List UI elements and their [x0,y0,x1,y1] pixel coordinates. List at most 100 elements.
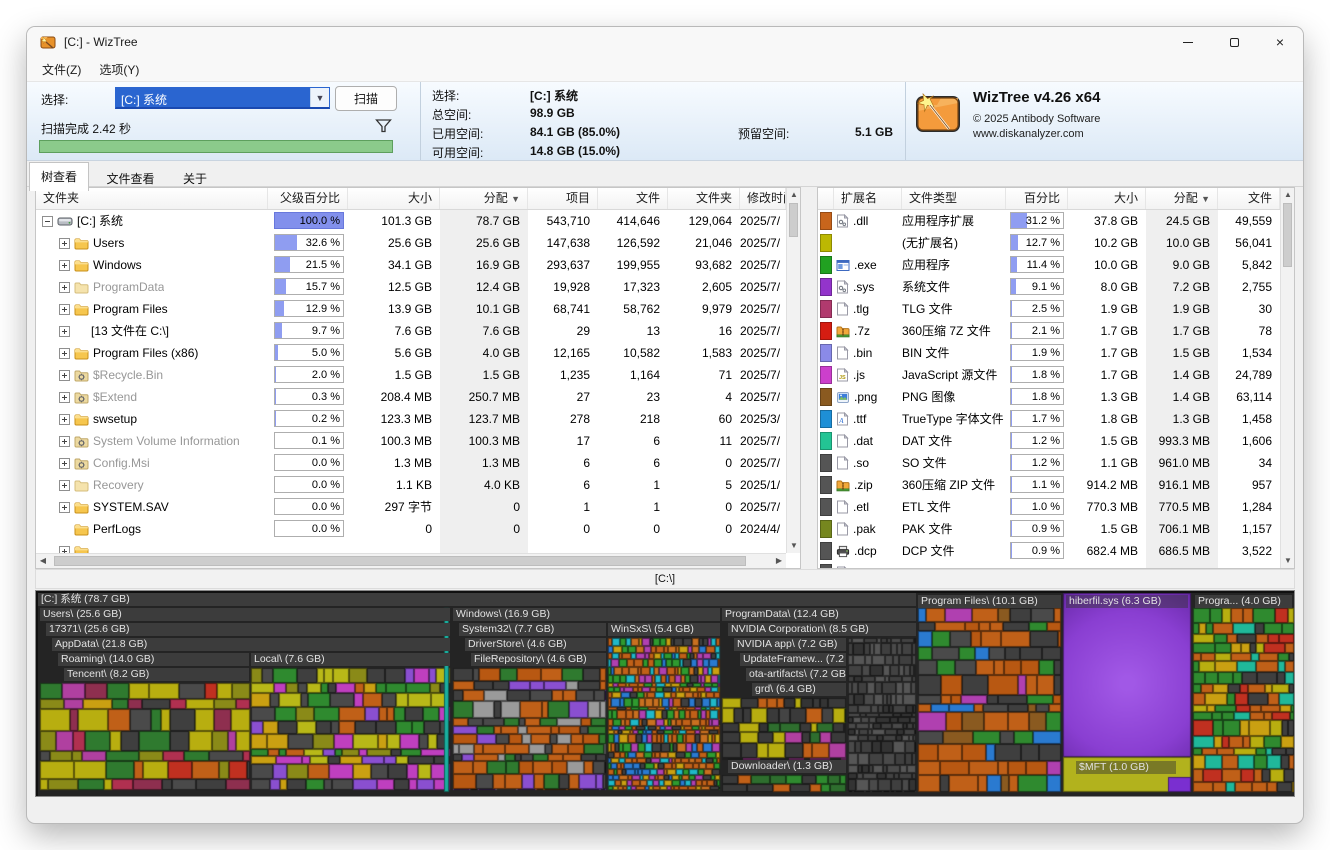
ext-row[interactable]: JS.jsJavaScript 源文件1.8 %1.7 GB1.4 GB24,7… [818,364,1294,386]
scroll-down-icon[interactable]: ▼ [1281,554,1295,568]
expand-icon[interactable] [59,260,70,271]
tree-row[interactable]: Users32.6 %25.6 GB25.6 GB147,638126,5922… [36,232,800,254]
ext-header-1[interactable]: 文件类型 [902,188,1006,209]
ext-header-0[interactable]: 扩展名 [834,188,902,209]
ext-row[interactable]: .binBIN 文件1.9 %1.7 GB1.5 GB1,534 [818,342,1294,364]
scan-button[interactable]: 扫描 [335,86,397,111]
ext-row[interactable]: .dll应用程序扩展31.2 %37.8 GB24.5 GB49,559 [818,210,1294,232]
tree-row[interactable]: Program Files (x86)5.0 %5.6 GB4.0 GB12,1… [36,342,800,364]
file-icon [836,456,849,470]
ext-header-3[interactable]: 大小 [1068,188,1146,209]
cell-allocated: 9.0 GB [1146,254,1218,276]
expand-icon[interactable] [59,282,70,293]
cell-size: 123.3 MB [348,408,440,430]
cell-size: 25.6 GB [348,232,440,254]
tab-tree-view[interactable]: 树查看 [29,162,89,191]
tree-row[interactable]: [13 文件在 C:\]9.7 %7.6 GB7.6 GB2913162025/… [36,320,800,342]
expand-icon[interactable] [59,304,70,315]
tree-header-1[interactable]: 父级百分比 [268,188,348,209]
tree-header-4[interactable]: 项目 [528,188,598,209]
scrollbar-thumb[interactable] [54,556,746,566]
scrollbar-thumb[interactable] [789,203,798,237]
expand-icon[interactable] [59,392,70,403]
expand-icon[interactable] [59,502,70,513]
menu-file[interactable]: 文件(Z) [33,58,90,81]
expand-icon[interactable] [59,436,70,447]
minimize-button[interactable] [1165,27,1211,57]
expand-icon[interactable] [59,238,70,249]
ext-header-2[interactable]: 百分比 [1006,188,1068,209]
filter-icon[interactable] [375,118,392,134]
ext-row[interactable]: .sys系统文件9.1 %8.0 GB7.2 GB2,755 [818,276,1294,298]
cell-files: 13 [598,320,668,342]
tree-row[interactable]: $Recycle.Bin2.0 %1.5 GB1.5 GB1,2351,1647… [36,364,800,386]
ext-row[interactable]: A.ttfTrueType 字体文件1.7 %1.8 GB1.3 GB1,458 [818,408,1294,430]
ext-row[interactable]: (无扩展名)12.7 %10.2 GB10.0 GB56,041 [818,232,1294,254]
scroll-right-icon[interactable]: ▶ [772,554,786,568]
tree-row[interactable]: ProgramData15.7 %12.5 GB12.4 GB19,92817,… [36,276,800,298]
tree-vertical-scrollbar[interactable]: ▲ ▼ [786,188,800,553]
maximize-button[interactable] [1211,27,1257,57]
ext-row[interactable]: .pngPNG 图像1.8 %1.3 GB1.4 GB63,114 [818,386,1294,408]
expand-icon[interactable] [59,348,70,359]
cell-modified: 2025/7/ [740,452,786,474]
drive-selector[interactable]: [C:] 系统 ▼ [115,87,330,109]
ext-row[interactable]: .dcpDCP 文件0.9 %682.4 MB686.5 MB3,522 [818,540,1294,562]
scroll-down-icon[interactable]: ▼ [787,539,801,553]
treemap-label: DriverStore\ (4.6 GB) [465,638,606,651]
menu-options[interactable]: 选项(Y) [90,58,148,81]
ext-header-5[interactable]: 文件 [1218,188,1280,209]
tree-row[interactable]: PerfLogs0.0 %000002024/4/ [36,518,800,540]
ext-row[interactable]: .datDAT 文件1.2 %1.5 GB993.3 MB1,606 [818,430,1294,452]
expand-icon[interactable] [59,326,70,337]
tree-row[interactable]: Recovery0.0 %1.1 KB4.0 KB6152025/1/ [36,474,800,496]
tree-horizontal-scrollbar[interactable]: ◀ ▶ [36,553,786,568]
menu-bar: 文件(Z) 选项(Y) [27,57,1303,81]
tree-row[interactable]: swsetup0.2 %123.3 MB123.7 MB278218602025… [36,408,800,430]
cell-size: 1.9 GB [1068,298,1146,320]
scroll-up-icon[interactable]: ▲ [1281,188,1295,202]
ext-row[interactable]: .7z360压缩 7Z 文件2.1 %1.7 GB1.7 GB78 [818,320,1294,342]
scroll-up-icon[interactable]: ▲ [787,188,801,202]
app-website[interactable]: www.diskanalyzer.com [973,128,1084,140]
tree-header-5[interactable]: 文件 [598,188,668,209]
tree-row[interactable]: System Volume Information0.1 %100.3 MB10… [36,430,800,452]
chevron-down-icon[interactable]: ▼ [310,88,329,107]
dcp-file-icon [836,545,850,558]
tree-header-6[interactable]: 文件夹 [668,188,740,209]
tree-row[interactable]: Config.Msi0.0 %1.3 MB1.3 MB6602025/7/ [36,452,800,474]
tree-row[interactable] [36,540,800,554]
ext-row[interactable]: .etlETL 文件1.0 %770.3 MB770.5 MB1,284 [818,496,1294,518]
scroll-left-icon[interactable]: ◀ [36,554,50,568]
ext-row[interactable]: .exe应用程序11.4 %10.0 GB9.0 GB5,842 [818,254,1294,276]
tree-header-7[interactable]: 修改时间 [740,188,786,209]
tree-row[interactable]: SYSTEM.SAV0.0 %297 字节01102025/7/ [36,496,800,518]
tree-row[interactable]: $Extend0.3 %208.4 MB250.7 MB272342025/7/ [36,386,800,408]
tree-header-2[interactable]: 大小 [348,188,440,209]
ext-header-4[interactable]: 分配 ▼ [1146,188,1218,209]
cell-color [818,474,834,496]
tree-row[interactable]: Windows21.5 %34.1 GB16.9 GB293,637199,95… [36,254,800,276]
cell-items: 12,165 [528,342,598,364]
cell-files: 58,762 [598,298,668,320]
collapse-icon[interactable] [42,216,53,227]
cell-size: 1.1 GB [1068,452,1146,474]
close-button[interactable]: × [1257,27,1303,57]
scrollbar-thumb[interactable] [1283,203,1292,267]
tree-header-0[interactable]: 文件夹 [36,188,268,209]
ext-row[interactable]: .pakPAK 文件0.9 %1.5 GB706.1 MB1,157 [818,518,1294,540]
ext-vertical-scrollbar[interactable]: ▲ ▼ [1280,188,1294,568]
ext-row[interactable]: .zip360压缩 ZIP 文件1.1 %914.2 MB916.1 MB957 [818,474,1294,496]
expand-icon[interactable] [59,458,70,469]
expand-icon[interactable] [59,414,70,425]
ext-row[interactable] [818,562,1294,569]
expand-icon[interactable] [59,480,70,491]
tree-row[interactable]: [C:] 系统100.0 %101.3 GB78.7 GB543,710414,… [36,210,800,232]
tree-header-3[interactable]: 分配 ▼ [440,188,528,209]
treemap[interactable]: [C:] 系统 (78.7 GB)Users\ (25.6 GB)17371\ … [35,590,1295,797]
cell-folders: 0 [668,496,740,518]
expand-icon[interactable] [59,370,70,381]
ext-row[interactable]: .tlgTLG 文件2.5 %1.9 GB1.9 GB30 [818,298,1294,320]
tree-row[interactable]: Program Files12.9 %13.9 GB10.1 GB68,7415… [36,298,800,320]
ext-row[interactable]: .soSO 文件1.2 %1.1 GB961.0 MB34 [818,452,1294,474]
